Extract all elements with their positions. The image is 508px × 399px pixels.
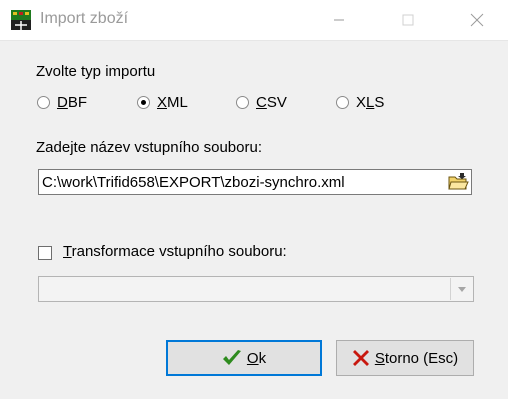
- cancel-button[interactable]: Storno (Esc): [336, 340, 474, 376]
- app-icon: [11, 10, 31, 30]
- title-bar: Import zboží: [0, 0, 508, 41]
- maximize-button[interactable]: [385, 0, 431, 40]
- ok-button[interactable]: Ok: [166, 340, 322, 376]
- close-icon: [470, 13, 484, 27]
- open-folder-icon: [448, 173, 469, 190]
- input-file-heading: Zadejte název vstupního souboru:: [36, 139, 262, 156]
- radio-xml[interactable]: XML: [137, 93, 188, 111]
- combo-dropdown-button[interactable]: [450, 278, 472, 300]
- cancel-button-label: Storno (Esc): [374, 349, 459, 367]
- radio-xls-dot[interactable]: [336, 95, 349, 109]
- window-title: Import zboží: [40, 10, 129, 27]
- input-file-field-box: [38, 169, 472, 195]
- checkmark-icon: [222, 350, 241, 365]
- radio-dbf[interactable]: DBF: [37, 93, 87, 111]
- radio-xls-label: XLS: [356, 93, 385, 111]
- cross-icon: [352, 350, 369, 366]
- transform-combo[interactable]: [38, 276, 474, 302]
- radio-dbf-label: DBF: [57, 93, 88, 111]
- transform-label: Transformace vstupního souboru:: [63, 243, 287, 260]
- browse-button[interactable]: [446, 171, 470, 193]
- import-dialog: Import zboží Zvolte typ importu DBF XML: [0, 0, 508, 399]
- input-file-field[interactable]: [39, 170, 442, 194]
- radio-csv-label: CSV: [256, 93, 287, 111]
- transform-checkbox[interactable]: [38, 246, 52, 260]
- minimize-button[interactable]: [316, 0, 362, 40]
- radio-csv[interactable]: CSV: [236, 93, 287, 111]
- chevron-down-icon: [458, 287, 466, 292]
- radio-dbf-dot[interactable]: [37, 95, 50, 109]
- minimize-icon: [334, 19, 344, 21]
- radio-xls[interactable]: XLS: [336, 93, 384, 111]
- close-button[interactable]: [454, 0, 500, 40]
- ok-button-label: Ok: [246, 349, 267, 367]
- radio-xml-label: XML: [157, 93, 188, 111]
- maximize-icon: [402, 14, 414, 26]
- import-type-heading: Zvolte typ importu: [36, 63, 156, 80]
- radio-xml-dot[interactable]: [137, 95, 150, 109]
- radio-csv-dot[interactable]: [236, 95, 249, 109]
